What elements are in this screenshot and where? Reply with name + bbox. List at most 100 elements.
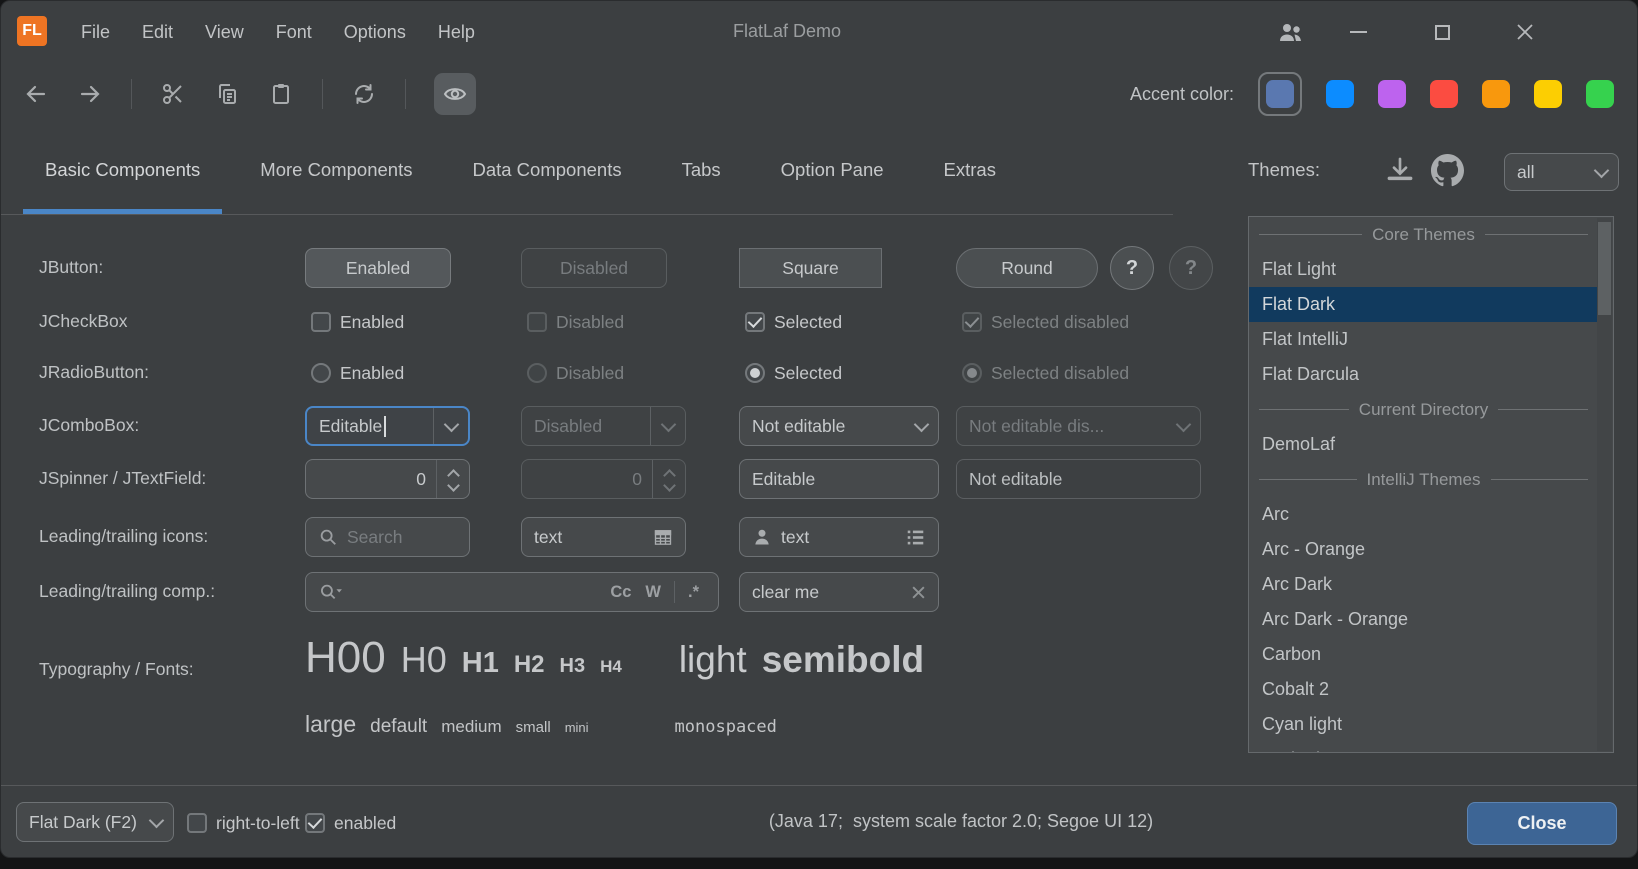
sample-large: large bbox=[305, 711, 356, 738]
match-case-button[interactable]: Cc bbox=[603, 583, 638, 602]
close-button[interactable]: Close bbox=[1467, 802, 1617, 845]
tab-extras[interactable]: Extras bbox=[922, 125, 1018, 214]
forward-icon[interactable] bbox=[77, 81, 103, 107]
accent-swatch-purple[interactable] bbox=[1378, 80, 1406, 108]
download-themes-icon[interactable] bbox=[1384, 155, 1416, 187]
refresh-icon[interactable] bbox=[351, 81, 377, 107]
accent-swatch-orange[interactable] bbox=[1482, 80, 1510, 108]
checkbox-box-checked[interactable] bbox=[305, 813, 325, 833]
toolbar-separator bbox=[405, 79, 406, 109]
whole-word-button[interactable]: W bbox=[638, 583, 668, 602]
theme-item-flat-darcula[interactable]: Flat Darcula bbox=[1249, 357, 1598, 392]
themes-separator-core: Core Themes bbox=[1249, 217, 1598, 252]
theme-item-demolaf[interactable]: DemoLaf bbox=[1249, 427, 1598, 462]
tab-bar: Basic Components More Components Data Co… bbox=[1, 125, 1173, 215]
maximize-button[interactable] bbox=[1422, 14, 1462, 50]
clearable-text-field[interactable]: clear me bbox=[739, 572, 939, 612]
combobox-editable[interactable]: Editable bbox=[305, 406, 470, 446]
themes-list: Core Themes Flat Light Flat Dark Flat In… bbox=[1248, 216, 1614, 753]
cut-icon[interactable] bbox=[160, 81, 186, 107]
typography-samples-line2: large default medium small mini monospac… bbox=[305, 711, 777, 738]
jbutton-row-label: JButton: bbox=[39, 257, 103, 278]
themes-scrollbar[interactable] bbox=[1597, 218, 1612, 751]
textfield-editable[interactable]: Editable bbox=[739, 459, 939, 499]
themes-filter-combobox[interactable]: all bbox=[1504, 153, 1619, 191]
chevron-down-icon[interactable] bbox=[139, 803, 173, 841]
combobox-not-editable[interactable]: Not editable bbox=[739, 406, 939, 446]
accent-swatch-green[interactable] bbox=[1586, 80, 1614, 108]
checkbox-disabled: Disabled bbox=[527, 311, 624, 333]
theme-item-cobalt-2[interactable]: Cobalt 2 bbox=[1249, 672, 1598, 707]
accent-swatch-selected[interactable] bbox=[1258, 72, 1302, 116]
search-with-menu-icon[interactable] bbox=[318, 582, 344, 602]
tab-basic-components[interactable]: Basic Components bbox=[23, 125, 222, 214]
tab-option-pane[interactable]: Option Pane bbox=[759, 125, 906, 214]
checkmark-icon bbox=[965, 313, 980, 328]
chevron-down-icon[interactable] bbox=[904, 407, 938, 445]
themes-scrollbar-thumb[interactable] bbox=[1598, 222, 1611, 315]
round-button[interactable]: Round bbox=[956, 248, 1098, 288]
tab-tabs[interactable]: Tabs bbox=[660, 125, 743, 214]
copy-icon[interactable] bbox=[214, 81, 240, 107]
checkbox-selected[interactable]: Selected bbox=[745, 311, 842, 333]
theme-item-flat-light[interactable]: Flat Light bbox=[1249, 252, 1598, 287]
text-field-with-table-icon[interactable]: text bbox=[521, 517, 686, 557]
spinner-buttons[interactable] bbox=[436, 460, 469, 498]
chevron-down-icon[interactable] bbox=[447, 479, 460, 492]
theme-item-flat-intellij[interactable]: Flat IntelliJ bbox=[1249, 322, 1598, 357]
radio-circle-selected[interactable] bbox=[745, 363, 765, 383]
radio-enabled[interactable]: Enabled bbox=[311, 362, 404, 384]
checkbox-box[interactable] bbox=[311, 312, 331, 332]
accent-swatch-red[interactable] bbox=[1430, 80, 1458, 108]
theme-item-flat-dark[interactable]: Flat Dark bbox=[1249, 287, 1598, 322]
chevron-down-icon[interactable] bbox=[434, 408, 468, 444]
sample-h1: H1 bbox=[462, 647, 499, 680]
enabled-button[interactable]: Enabled bbox=[305, 248, 451, 288]
github-icon[interactable] bbox=[1431, 154, 1464, 187]
inspect-toggle-button[interactable] bbox=[434, 73, 476, 115]
users-icon[interactable] bbox=[1271, 14, 1311, 50]
table-icon bbox=[653, 528, 673, 547]
chevron-down-icon bbox=[663, 479, 676, 492]
chevron-down-icon bbox=[651, 407, 685, 445]
minimize-button[interactable] bbox=[1338, 14, 1378, 50]
theme-item-carbon[interactable]: Carbon bbox=[1249, 637, 1598, 672]
text-field-with-user-icon[interactable]: text bbox=[739, 517, 939, 557]
help-button[interactable]: ? bbox=[1110, 246, 1154, 290]
close-window-button[interactable] bbox=[1505, 14, 1545, 50]
radio-circle[interactable] bbox=[311, 363, 331, 383]
theme-item-arc-dark[interactable]: Arc Dark bbox=[1249, 567, 1598, 602]
theme-item-arc-orange[interactable]: Arc - Orange bbox=[1249, 532, 1598, 567]
accent-swatch-yellow[interactable] bbox=[1534, 80, 1562, 108]
theme-item-dark-flat[interactable]: Dark Flat bbox=[1249, 742, 1598, 753]
sample-monospaced: monospaced bbox=[675, 717, 777, 737]
tab-data-components[interactable]: Data Components bbox=[450, 125, 643, 214]
back-icon[interactable] bbox=[23, 81, 49, 107]
radio-dot bbox=[750, 368, 760, 378]
checkbox-box[interactable] bbox=[187, 813, 207, 833]
spinner-field[interactable]: 0 bbox=[305, 459, 470, 499]
statusbar-separator bbox=[1, 785, 1638, 786]
theme-item-arc-dark-orange[interactable]: Arc Dark - Orange bbox=[1249, 602, 1598, 637]
accent-swatch-gray-blue[interactable] bbox=[1266, 80, 1294, 108]
checkbox-enabled[interactable]: Enabled bbox=[311, 311, 404, 333]
regex-button[interactable]: .* bbox=[681, 583, 706, 602]
right-to-left-checkbox[interactable]: right-to-left bbox=[187, 812, 300, 834]
enabled-checkbox[interactable]: enabled bbox=[305, 812, 396, 834]
radio-selected[interactable]: Selected bbox=[745, 362, 842, 384]
theme-item-cyan-light[interactable]: Cyan light bbox=[1249, 707, 1598, 742]
jcombobox-row-label: JComboBox: bbox=[39, 415, 139, 436]
checkbox-box-checked[interactable] bbox=[745, 312, 765, 332]
sample-h2: H2 bbox=[514, 651, 545, 679]
square-button[interactable]: Square bbox=[739, 248, 882, 288]
theme-item-arc[interactable]: Arc bbox=[1249, 497, 1598, 532]
checkmark-icon bbox=[748, 313, 763, 328]
search-field[interactable]: Search bbox=[305, 517, 470, 557]
tab-more-components[interactable]: More Components bbox=[238, 125, 434, 214]
textfield-not-editable: Not editable bbox=[956, 459, 1201, 499]
clear-icon[interactable] bbox=[911, 585, 926, 600]
search-field-with-options[interactable]: Cc W .* bbox=[305, 572, 719, 612]
paste-icon[interactable] bbox=[268, 81, 294, 107]
accent-swatch-blue[interactable] bbox=[1326, 80, 1354, 108]
lookandfeel-combobox[interactable]: Flat Dark (F2) bbox=[16, 802, 174, 842]
